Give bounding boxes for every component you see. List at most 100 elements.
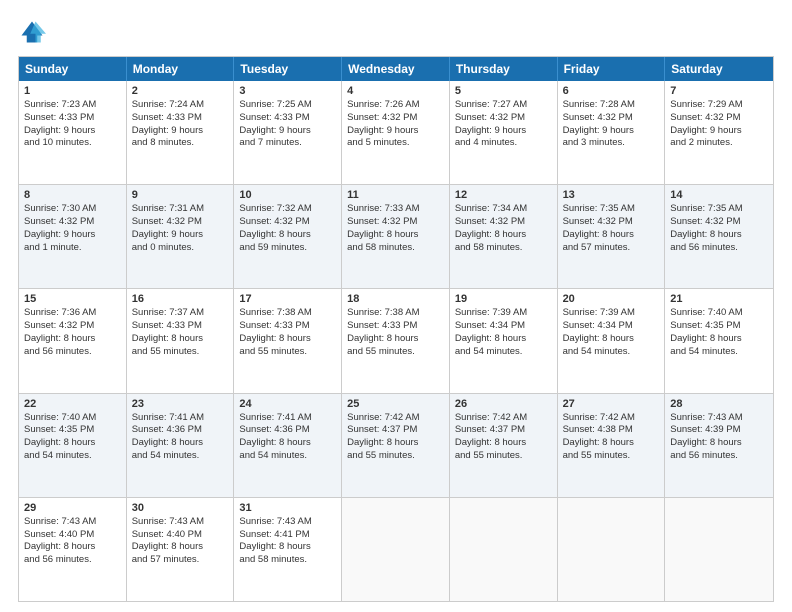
cell-line: and 54 minutes. — [24, 450, 121, 463]
day-number: 1 — [24, 85, 121, 97]
cell-line: and 55 minutes. — [455, 450, 552, 463]
cell-line: Daylight: 8 hours — [132, 541, 229, 554]
cell-line: Sunset: 4:40 PM — [132, 529, 229, 542]
cell-line: Daylight: 8 hours — [132, 437, 229, 450]
cell-line: and 56 minutes. — [24, 346, 121, 359]
cell-line: Sunset: 4:36 PM — [132, 424, 229, 437]
cell-line: and 54 minutes. — [455, 346, 552, 359]
calendar-row-4: 29Sunrise: 7:43 AMSunset: 4:40 PMDayligh… — [19, 497, 773, 601]
cell-line: and 10 minutes. — [24, 137, 121, 150]
cell-line: Sunset: 4:32 PM — [563, 112, 660, 125]
calendar: SundayMondayTuesdayWednesdayThursdayFrid… — [18, 56, 774, 602]
cell-line: and 59 minutes. — [239, 242, 336, 255]
cell-line: Daylight: 8 hours — [670, 437, 768, 450]
day-number: 26 — [455, 398, 552, 410]
cell-line: Sunset: 4:32 PM — [239, 216, 336, 229]
cell-line: Sunset: 4:32 PM — [347, 216, 444, 229]
cell-line: Sunrise: 7:35 AM — [670, 203, 768, 216]
header-day-tuesday: Tuesday — [234, 57, 342, 81]
cell-line: Daylight: 8 hours — [239, 541, 336, 554]
day-cell-2: 2Sunrise: 7:24 AMSunset: 4:33 PMDaylight… — [127, 81, 235, 184]
day-number: 4 — [347, 85, 444, 97]
day-number: 23 — [132, 398, 229, 410]
cell-line: Daylight: 8 hours — [563, 437, 660, 450]
day-cell-20: 20Sunrise: 7:39 AMSunset: 4:34 PMDayligh… — [558, 289, 666, 392]
day-cell-31: 31Sunrise: 7:43 AMSunset: 4:41 PMDayligh… — [234, 498, 342, 601]
day-number: 25 — [347, 398, 444, 410]
empty-cell — [558, 498, 666, 601]
cell-line: Sunrise: 7:27 AM — [455, 99, 552, 112]
cell-line: Daylight: 8 hours — [455, 333, 552, 346]
logo — [18, 18, 50, 46]
cell-line: and 56 minutes. — [670, 242, 768, 255]
calendar-row-1: 8Sunrise: 7:30 AMSunset: 4:32 PMDaylight… — [19, 184, 773, 288]
cell-line: Sunrise: 7:38 AM — [347, 307, 444, 320]
day-cell-12: 12Sunrise: 7:34 AMSunset: 4:32 PMDayligh… — [450, 185, 558, 288]
cell-line: Sunset: 4:32 PM — [347, 112, 444, 125]
day-number: 17 — [239, 293, 336, 305]
cell-line: Sunset: 4:34 PM — [563, 320, 660, 333]
cell-line: and 57 minutes. — [563, 242, 660, 255]
cell-line: and 58 minutes. — [239, 554, 336, 567]
day-number: 2 — [132, 85, 229, 97]
cell-line: Sunrise: 7:41 AM — [132, 412, 229, 425]
cell-line: Sunrise: 7:35 AM — [563, 203, 660, 216]
day-number: 27 — [563, 398, 660, 410]
cell-line: Sunrise: 7:41 AM — [239, 412, 336, 425]
cell-line: Sunrise: 7:43 AM — [132, 516, 229, 529]
cell-line: Daylight: 8 hours — [24, 437, 121, 450]
day-cell-14: 14Sunrise: 7:35 AMSunset: 4:32 PMDayligh… — [665, 185, 773, 288]
cell-line: Sunrise: 7:42 AM — [347, 412, 444, 425]
day-cell-19: 19Sunrise: 7:39 AMSunset: 4:34 PMDayligh… — [450, 289, 558, 392]
day-cell-1: 1Sunrise: 7:23 AMSunset: 4:33 PMDaylight… — [19, 81, 127, 184]
day-number: 28 — [670, 398, 768, 410]
day-cell-5: 5Sunrise: 7:27 AMSunset: 4:32 PMDaylight… — [450, 81, 558, 184]
header-day-wednesday: Wednesday — [342, 57, 450, 81]
day-number: 18 — [347, 293, 444, 305]
day-cell-11: 11Sunrise: 7:33 AMSunset: 4:32 PMDayligh… — [342, 185, 450, 288]
day-number: 29 — [24, 502, 121, 514]
cell-line: Sunrise: 7:42 AM — [455, 412, 552, 425]
day-cell-17: 17Sunrise: 7:38 AMSunset: 4:33 PMDayligh… — [234, 289, 342, 392]
cell-line: Sunset: 4:32 PM — [132, 216, 229, 229]
day-cell-7: 7Sunrise: 7:29 AMSunset: 4:32 PMDaylight… — [665, 81, 773, 184]
day-number: 14 — [670, 189, 768, 201]
cell-line: and 57 minutes. — [132, 554, 229, 567]
cell-line: Daylight: 8 hours — [347, 437, 444, 450]
day-cell-10: 10Sunrise: 7:32 AMSunset: 4:32 PMDayligh… — [234, 185, 342, 288]
cell-line: and 2 minutes. — [670, 137, 768, 150]
header-day-saturday: Saturday — [665, 57, 773, 81]
cell-line: and 8 minutes. — [132, 137, 229, 150]
day-number: 30 — [132, 502, 229, 514]
cell-line: Sunrise: 7:25 AM — [239, 99, 336, 112]
cell-line: Sunrise: 7:33 AM — [347, 203, 444, 216]
cell-line: Sunset: 4:33 PM — [132, 320, 229, 333]
cell-line: and 55 minutes. — [347, 450, 444, 463]
cell-line: Sunset: 4:35 PM — [24, 424, 121, 437]
cell-line: Daylight: 8 hours — [455, 229, 552, 242]
cell-line: Sunset: 4:34 PM — [455, 320, 552, 333]
day-cell-9: 9Sunrise: 7:31 AMSunset: 4:32 PMDaylight… — [127, 185, 235, 288]
cell-line: Sunrise: 7:32 AM — [239, 203, 336, 216]
day-cell-24: 24Sunrise: 7:41 AMSunset: 4:36 PMDayligh… — [234, 394, 342, 497]
cell-line: Daylight: 8 hours — [24, 333, 121, 346]
day-number: 24 — [239, 398, 336, 410]
header — [18, 18, 774, 46]
day-number: 11 — [347, 189, 444, 201]
day-number: 8 — [24, 189, 121, 201]
cell-line: and 54 minutes. — [563, 346, 660, 359]
day-cell-16: 16Sunrise: 7:37 AMSunset: 4:33 PMDayligh… — [127, 289, 235, 392]
cell-line: Sunset: 4:39 PM — [670, 424, 768, 437]
cell-line: Daylight: 9 hours — [239, 125, 336, 138]
cell-line: Daylight: 8 hours — [347, 333, 444, 346]
cell-line: Daylight: 8 hours — [455, 437, 552, 450]
cell-line: Daylight: 9 hours — [563, 125, 660, 138]
cell-line: Sunset: 4:32 PM — [670, 112, 768, 125]
day-number: 5 — [455, 85, 552, 97]
header-day-sunday: Sunday — [19, 57, 127, 81]
cell-line: Sunrise: 7:40 AM — [670, 307, 768, 320]
cell-line: Sunrise: 7:31 AM — [132, 203, 229, 216]
cell-line: Sunrise: 7:39 AM — [563, 307, 660, 320]
day-cell-18: 18Sunrise: 7:38 AMSunset: 4:33 PMDayligh… — [342, 289, 450, 392]
cell-line: Sunrise: 7:38 AM — [239, 307, 336, 320]
